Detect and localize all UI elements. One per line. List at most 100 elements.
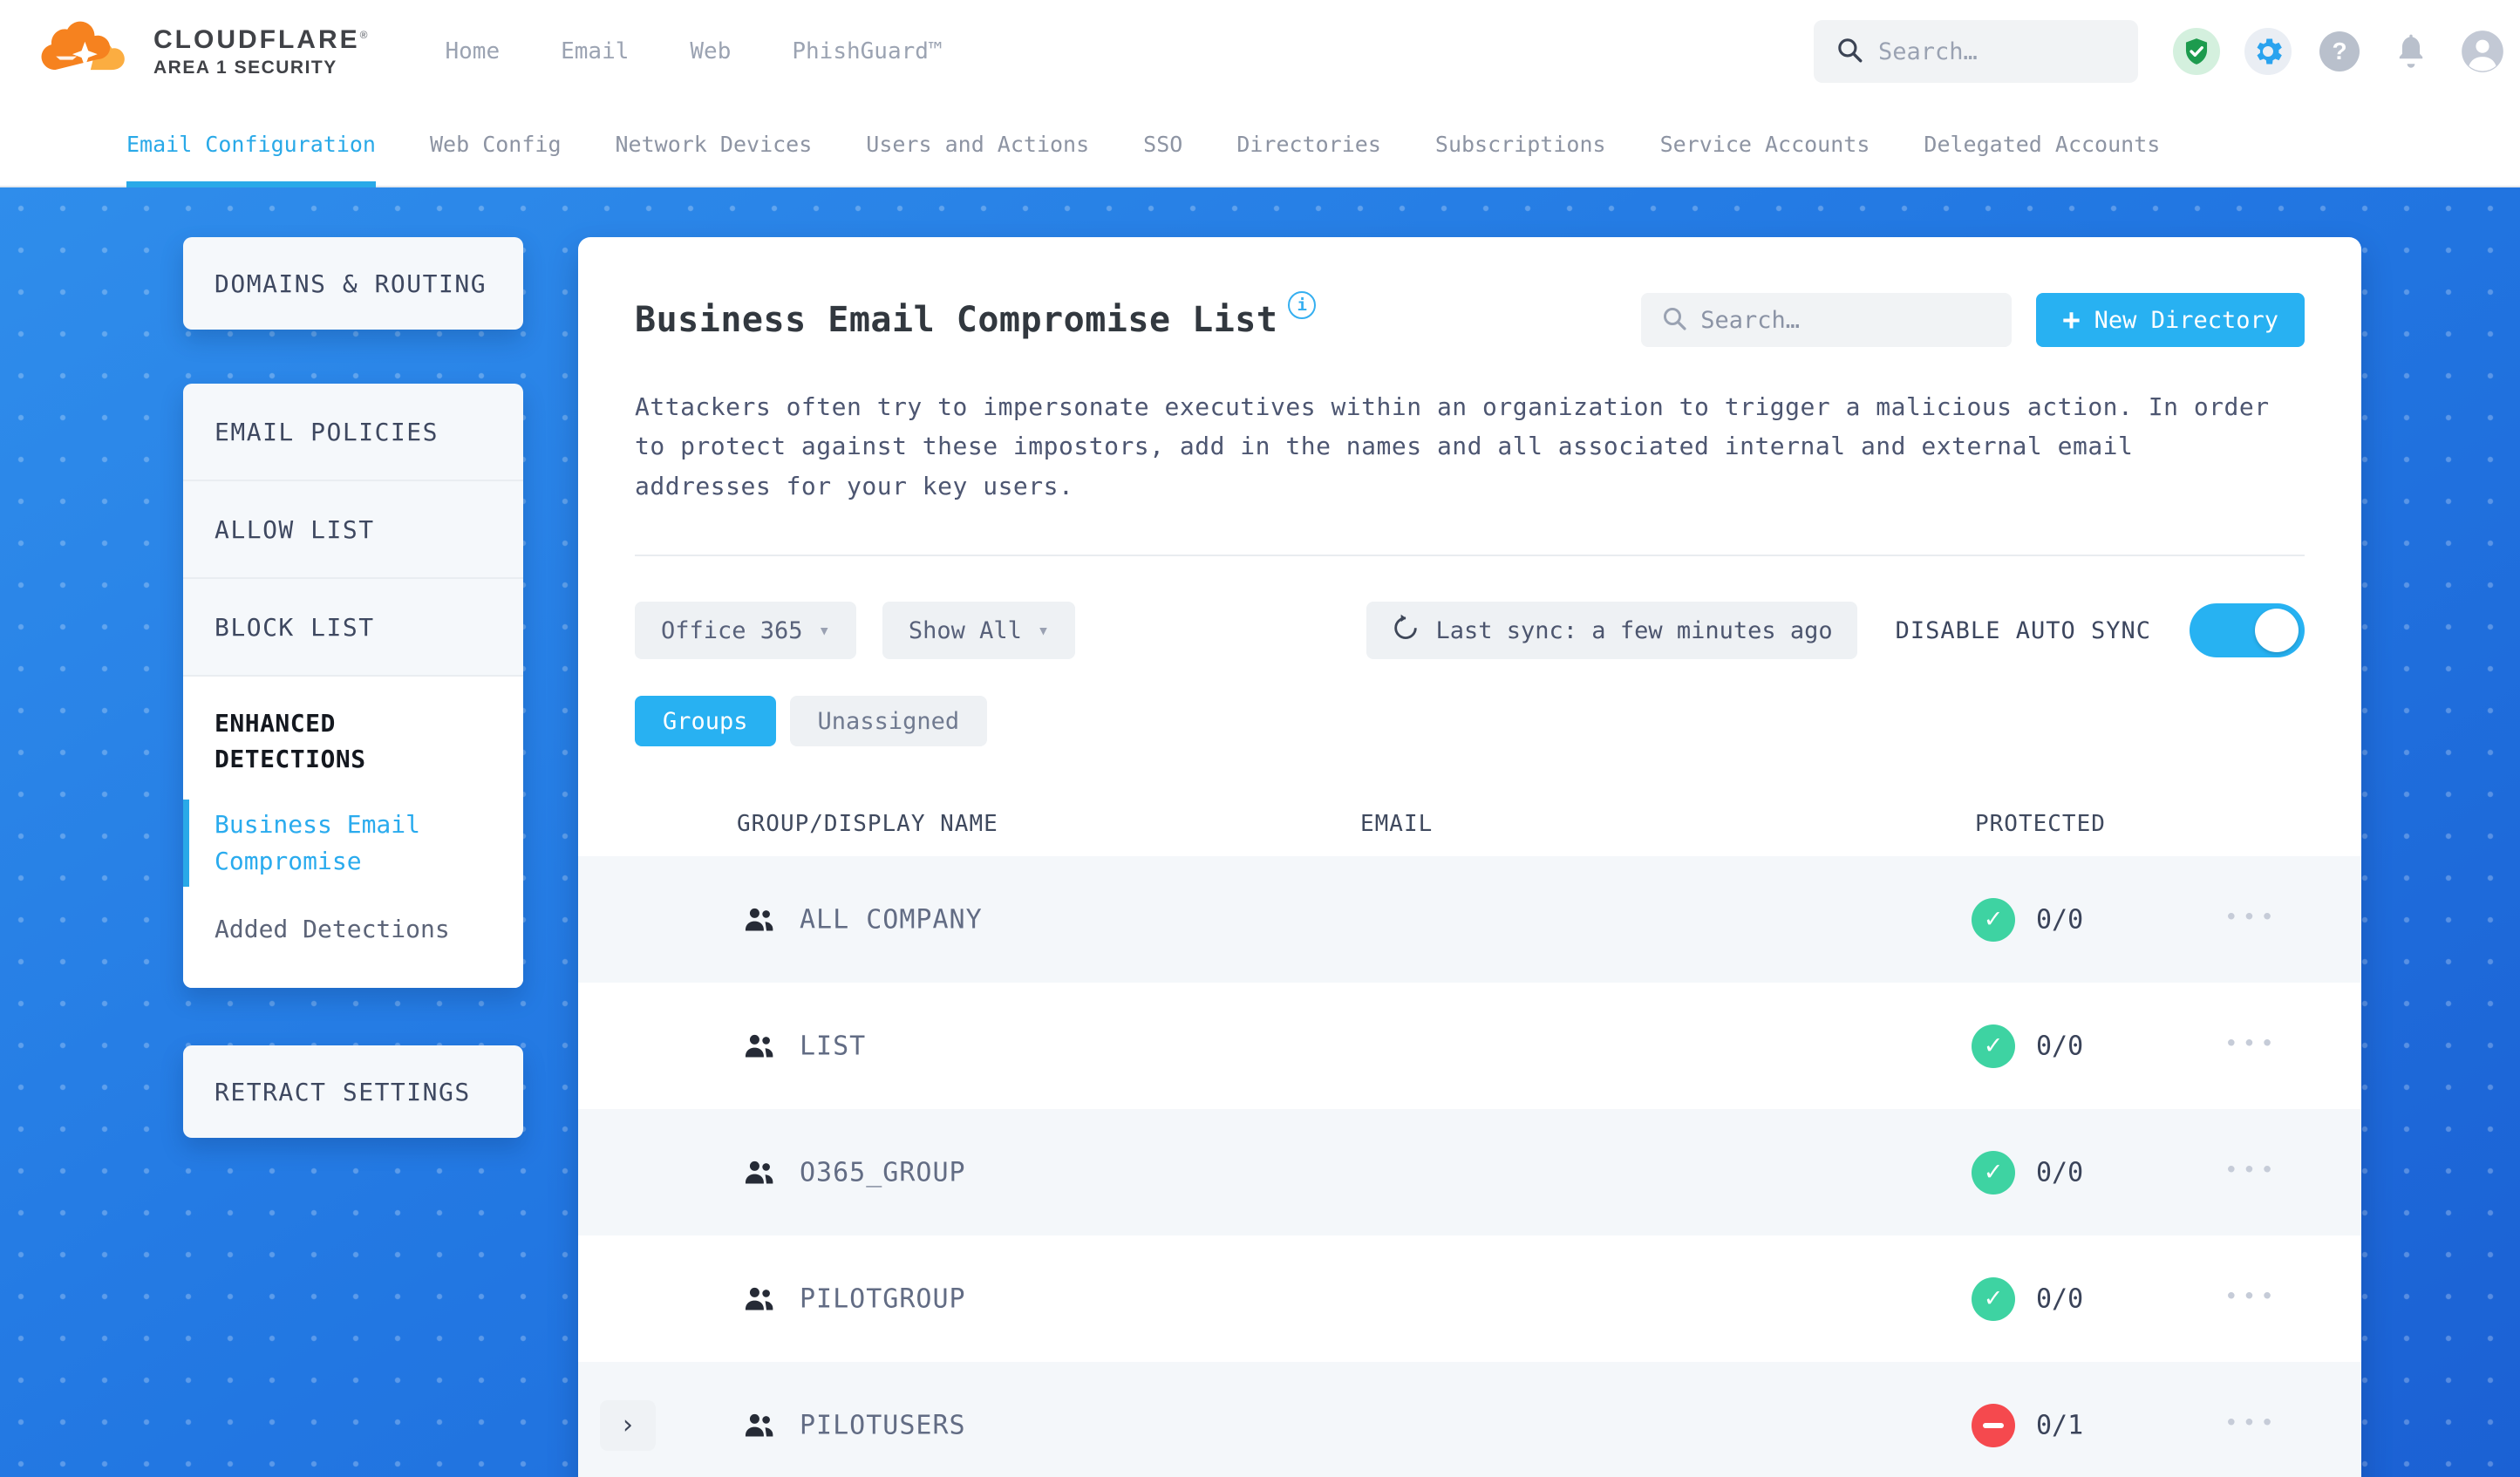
new-directory-button[interactable]: + New Directory (2036, 293, 2305, 347)
sidebar-section-enhanced-detections: ENHANCED DETECTIONS Business Email Compr… (183, 677, 523, 989)
sidebar-item-retract-settings[interactable]: RETRACT SETTINGS (183, 1045, 523, 1138)
expand-chevron-button[interactable]: › (600, 1399, 656, 1451)
global-search-input[interactable] (1878, 37, 2117, 65)
brand-subtitle: AREA 1 SECURITY (153, 57, 337, 78)
brand-name: CLOUDFLARE® (153, 24, 371, 54)
tab-subscriptions[interactable]: Subscriptions (1435, 103, 1606, 186)
info-icon[interactable]: i (1288, 291, 1317, 319)
group-name: O365_GROUP (800, 1157, 966, 1188)
protected-count: 0/0 (2036, 904, 2084, 936)
sidebar-card-email: EMAIL POLICIES ALLOW LIST BLOCK LIST ENH… (183, 384, 523, 989)
table-header: GROUP/DISPLAY NAME EMAIL PROTECTED (578, 786, 2361, 856)
view-switcher: Groups Unassigned (635, 696, 2305, 747)
sidebar-item-block-list[interactable]: BLOCK LIST (183, 579, 523, 677)
header-icons: ? (2173, 28, 2506, 75)
refresh-icon (1391, 613, 1420, 649)
tab-delegated-accounts[interactable]: Delegated Accounts (1924, 103, 2160, 186)
global-search[interactable] (1814, 20, 2138, 83)
group-icon (744, 907, 773, 933)
tab-sso[interactable]: SSO (1143, 103, 1182, 186)
row-menu-button[interactable]: ••• (2224, 1031, 2278, 1057)
check-icon: ✓ (1972, 1024, 2015, 1068)
table-row[interactable]: › PILOTUSERS 0/1 ••• (578, 1362, 2361, 1477)
groups-table: GROUP/DISPLAY NAME EMAIL PROTECTED ALL C… (578, 786, 2361, 1477)
section-divider (635, 555, 2305, 557)
filter-bar: Office 365 ▾ Show All ▾ Last sync: a few… (635, 602, 2305, 660)
gear-icon[interactable] (2244, 28, 2292, 75)
sidebar-card-retract: RETRACT SETTINGS (183, 1045, 523, 1139)
group-icon (744, 1286, 773, 1312)
main-header: Business Email Compromise Listi + New Di… (635, 291, 2305, 347)
avatar-icon[interactable] (2459, 28, 2506, 75)
directory-select[interactable]: Office 365 ▾ (635, 602, 856, 660)
nav-item-home[interactable]: Home (446, 38, 501, 65)
secondary-nav: Email Configuration Web Config Network D… (0, 103, 2520, 187)
check-icon: ✓ (1972, 1150, 2015, 1195)
tab-email-configuration[interactable]: Email Configuration (126, 103, 376, 187)
help-icon[interactable]: ? (2316, 28, 2363, 75)
group-name: ALL COMPANY (800, 904, 983, 936)
unassigned-tab[interactable]: Unassigned (789, 696, 988, 747)
registered-mark: ® (359, 28, 371, 41)
list-search[interactable] (1641, 293, 2013, 347)
page-title: Business Email Compromise List i (635, 291, 1317, 340)
plus-icon: + (2062, 303, 2081, 337)
top-header: CLOUDFLARE® AREA 1 SECURITY Home Email W… (0, 0, 2520, 103)
col-group-display-name: GROUP/DISPLAY NAME (737, 811, 998, 838)
sidebar-item-email-policies[interactable]: EMAIL POLICIES (183, 384, 523, 481)
list-search-input[interactable] (1700, 306, 1993, 334)
table-row[interactable]: PILOTGROUP ✓ 0/0 ••• (578, 1235, 2361, 1363)
check-icon: ✓ (1972, 1276, 2015, 1321)
primary-nav: Home Email Web PhishGuard™ (446, 38, 943, 65)
shield-check-icon[interactable] (2173, 28, 2220, 75)
nav-item-email[interactable]: Email (561, 38, 629, 65)
tab-directories[interactable]: Directories (1236, 103, 1381, 186)
table-row[interactable]: LIST ✓ 0/0 ••• (578, 983, 2361, 1110)
row-menu-button[interactable]: ••• (2224, 1410, 2278, 1436)
nav-item-phishguard[interactable]: PhishGuard™ (792, 38, 942, 65)
sidebar-item-enhanced-detections[interactable]: ENHANCED DETECTIONS (215, 706, 424, 777)
group-name: PILOTGROUP (800, 1283, 966, 1315)
group-icon (744, 1412, 773, 1439)
page-description: Attackers often try to impersonate execu… (635, 392, 2270, 500)
tab-users-and-actions[interactable]: Users and Actions (866, 103, 1089, 186)
show-filter-select[interactable]: Show All ▾ (882, 602, 1076, 660)
sidebar-item-allow-list[interactable]: ALLOW LIST (183, 481, 523, 579)
protected-count: 0/0 (2036, 1283, 2084, 1315)
sidebar-card-domains: DOMAINS & ROUTING (183, 237, 523, 330)
group-icon (744, 1160, 773, 1186)
settings-sidebar: DOMAINS & ROUTING EMAIL POLICIES ALLOW L… (183, 237, 523, 1139)
search-icon (1835, 35, 1864, 68)
chevron-down-icon: ▾ (818, 619, 830, 642)
protected-count: 0/0 (2036, 1031, 2084, 1062)
protected-count: 0/1 (2036, 1410, 2084, 1441)
group-name: PILOTUSERS (800, 1410, 966, 1441)
row-menu-button[interactable]: ••• (2224, 1157, 2278, 1183)
brand-logo[interactable]: CLOUDFLARE® AREA 1 SECURITY (37, 21, 371, 82)
group-icon (744, 1033, 773, 1059)
tab-service-accounts[interactable]: Service Accounts (1660, 103, 1870, 186)
col-email: EMAIL (1360, 811, 1434, 838)
last-sync-button[interactable]: Last sync: a few minutes ago (1366, 602, 1857, 660)
row-menu-button[interactable]: ••• (2224, 1283, 2278, 1310)
tab-network-devices[interactable]: Network Devices (616, 103, 813, 186)
auto-sync-toggle[interactable] (2190, 603, 2305, 658)
auto-sync-label: DISABLE AUTO SYNC (1895, 616, 2151, 644)
nav-item-web[interactable]: Web (690, 38, 731, 65)
sidebar-item-business-email-compromise[interactable]: Business Email Compromise (183, 800, 441, 888)
table-row[interactable]: O365_GROUP ✓ 0/0 ••• (578, 1109, 2361, 1236)
col-protected: PROTECTED (1975, 811, 2106, 838)
row-menu-button[interactable]: ••• (2224, 904, 2278, 930)
toggle-knob (2255, 609, 2299, 653)
tab-web-config[interactable]: Web Config (430, 103, 562, 186)
protected-count: 0/0 (2036, 1157, 2084, 1188)
group-name: LIST (800, 1031, 867, 1062)
cloudflare-cloud-icon (37, 21, 141, 82)
sidebar-item-added-detections[interactable]: Added Detections (215, 911, 492, 948)
groups-tab[interactable]: Groups (635, 696, 776, 747)
minus-icon (1972, 1403, 2015, 1447)
main-panel: Business Email Compromise Listi + New Di… (578, 237, 2361, 1477)
sidebar-item-domains-routing[interactable]: DOMAINS & ROUTING (183, 237, 523, 330)
table-row[interactable]: ALL COMPANY ✓ 0/0 ••• (578, 856, 2361, 984)
bell-icon[interactable] (2387, 28, 2435, 75)
